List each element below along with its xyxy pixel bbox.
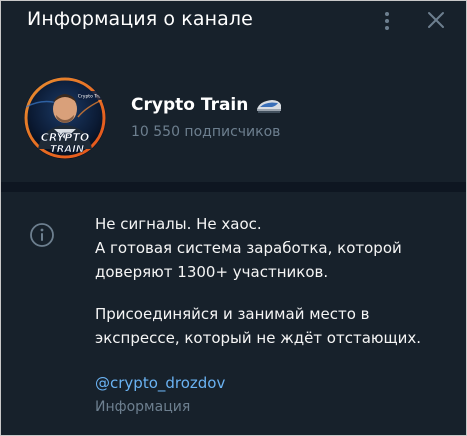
avatar-text-train: TRAIN [50, 144, 85, 155]
description-line: доверяют 1300+ участников. [95, 263, 329, 281]
avatar-image: Crypto Trai CRYPTO TRAIN [24, 77, 106, 159]
close-button[interactable] [426, 10, 446, 30]
subscriber-count: 10 550 подписчиков [131, 124, 281, 140]
description-line: экспрессе, который не ждёт отстающих. [95, 329, 422, 347]
section-divider [1, 182, 466, 192]
channel-name-row: Crypto Train [131, 93, 282, 117]
description-line: А готовая система заработка, которой [95, 239, 402, 257]
high-speed-train-icon [256, 97, 282, 113]
channel-username-link[interactable]: @crypto_drozdov [95, 374, 225, 392]
kebab-vertical-icon [385, 12, 389, 30]
more-options-button[interactable] [379, 10, 395, 32]
dialog-header: Информация о канале [1, 1, 466, 41]
channel-description: Не сигналы. Не хаос. А готовая система з… [95, 212, 435, 350]
channel-name: Crypto Train [131, 95, 249, 115]
channel-profile: Crypto Trai CRYPTO TRAIN Crypto Train 10… [1, 61, 466, 179]
close-icon [428, 12, 444, 28]
username-caption: Информация [95, 399, 191, 415]
avatar-text-crypto: CRYPTO [41, 131, 89, 144]
avatar-badge-text: Crypto Trai [78, 94, 102, 100]
channel-avatar[interactable]: Crypto Trai CRYPTO TRAIN [24, 77, 106, 159]
description-line: Не сигналы. Не хаос. [95, 215, 262, 233]
description-line: Присоединяйся и занимай место в [95, 305, 370, 323]
channel-info-section: Не сигналы. Не хаос. А готовая система з… [1, 192, 466, 435]
channel-info-dialog: Информация о канале Crypto Trai CRYPTO T… [0, 0, 467, 436]
info-icon [29, 222, 55, 248]
dialog-title: Информация о канале [27, 8, 253, 30]
